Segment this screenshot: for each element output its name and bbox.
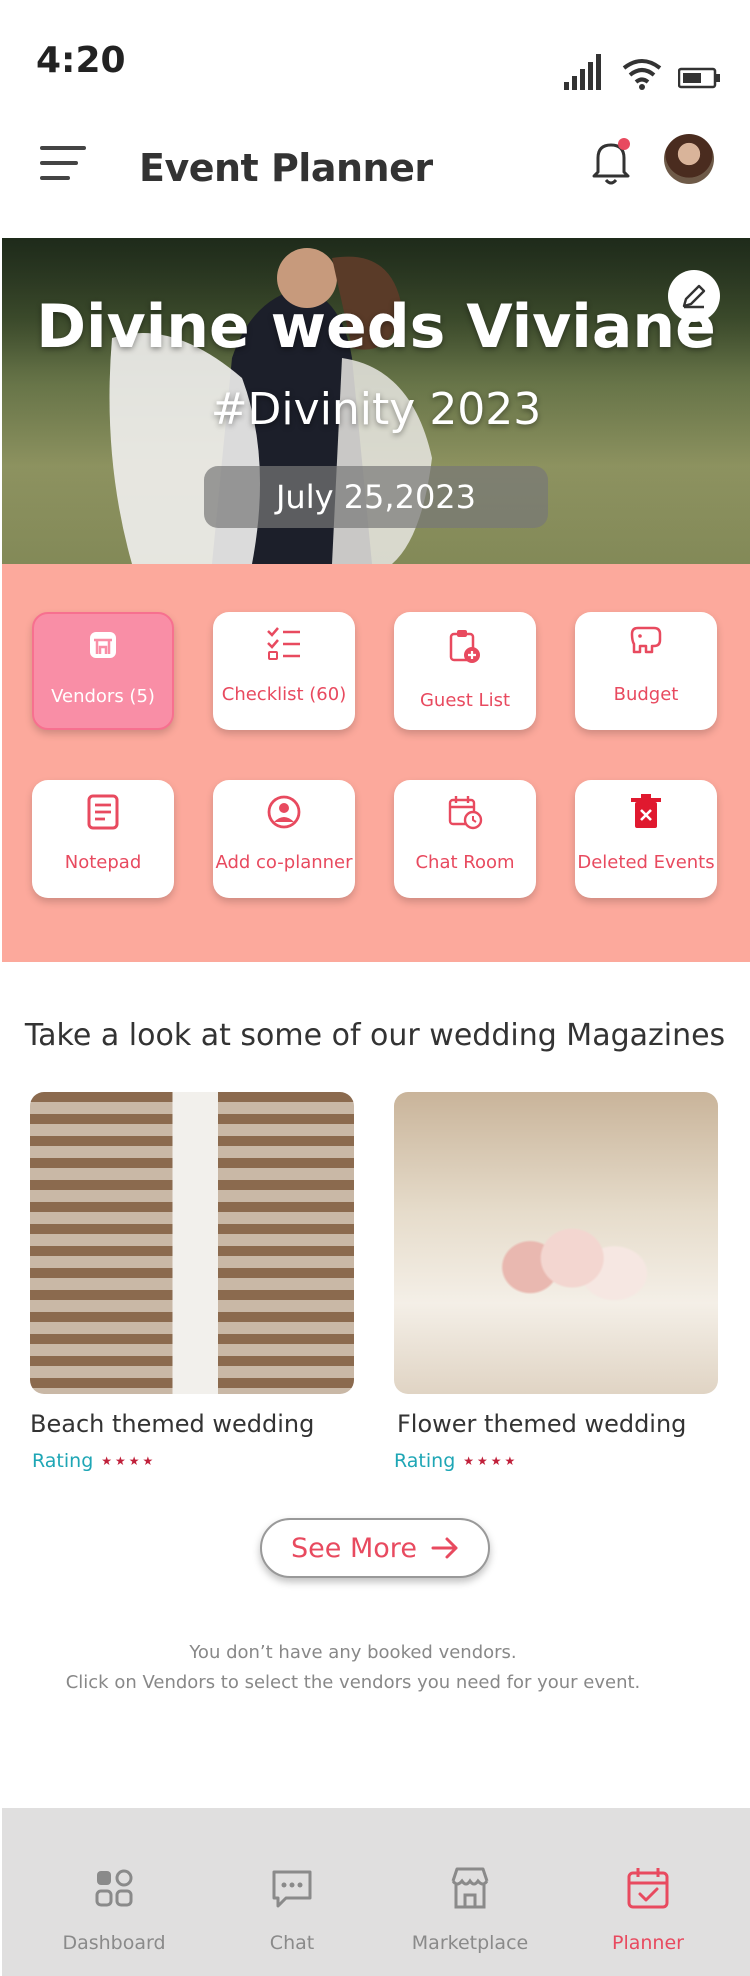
nav-marketplace-label: Marketplace [411, 1932, 529, 1954]
nav-dashboard-label: Dashboard [62, 1932, 166, 1954]
guest-list-label: Guest List [419, 690, 511, 711]
checklist-icon [267, 627, 300, 660]
event-hero-banner: Divine weds Viviane #Divinity 2023 July … [2, 238, 750, 564]
status-time: 4:20 [36, 40, 126, 81]
vendors-tile[interactable]: Vendors (5) [32, 612, 174, 730]
vendors-label: Vendors (5) [51, 686, 155, 707]
signal-icon [564, 54, 601, 90]
wifi-icon [622, 59, 662, 90]
notepad-icon [87, 794, 119, 830]
pencil-icon [682, 284, 706, 309]
notepad-tile[interactable]: Notepad [32, 780, 174, 898]
nav-chat-label: Chat [269, 1932, 315, 1954]
magazine-card-rating: Rating ★★★★ [32, 1450, 156, 1472]
see-more-button[interactable]: See More [260, 1518, 490, 1578]
see-more-label: See More [291, 1532, 417, 1564]
chat-room-label: Chat Room [415, 852, 515, 873]
page-title: Event Planner [139, 146, 433, 190]
event-title: Divine weds Viviane [36, 292, 716, 362]
guest-list-tile[interactable]: Guest List [394, 612, 536, 730]
empty-vendors-hint: Click on Vendors to select the vendors y… [65, 1672, 641, 1693]
dashboard-icon [95, 1869, 133, 1907]
bottom-navigation: Dashboard Chat Marketplace Planner [2, 1808, 750, 1976]
nav-planner[interactable]: Planner [578, 1864, 718, 1954]
hamburger-menu-icon[interactable] [38, 142, 90, 184]
store-icon [90, 632, 116, 658]
deleted-events-tile[interactable]: Deleted Events [575, 780, 717, 898]
trash-icon [631, 794, 661, 828]
nav-marketplace[interactable]: Marketplace [400, 1864, 540, 1954]
notepad-label: Notepad [64, 852, 142, 873]
magazines-heading: Take a look at some of our wedding Magaz… [24, 1018, 726, 1053]
status-bar: 4:20 [0, 0, 750, 110]
nav-dashboard[interactable]: Dashboard [44, 1864, 184, 1954]
event-date: July 25,2023 [204, 466, 548, 528]
notification-bell-icon[interactable] [586, 136, 636, 188]
magazine-card-image-flower[interactable] [394, 1092, 718, 1394]
add-co-planner-label: Add co-planner [215, 852, 353, 873]
clipboard-add-icon [449, 630, 480, 663]
checklist-tile[interactable]: Checklist (60) [213, 612, 355, 730]
deleted-events-label: Deleted Events [577, 852, 715, 873]
chat-icon [272, 1870, 312, 1908]
magazine-card-title[interactable]: Flower themed wedding [397, 1410, 686, 1438]
store-icon [451, 1867, 489, 1909]
battery-icon [678, 67, 720, 89]
magazine-card-rating: Rating ★★★★ [394, 1450, 518, 1472]
app-bar: Event Planner [0, 118, 750, 218]
empty-vendors-note: You don’t have any booked vendors. [189, 1642, 517, 1663]
nav-planner-label: Planner [612, 1932, 684, 1954]
planner-actions-panel: Vendors (5) Checklist (60) Guest List Bu… [2, 564, 750, 962]
add-co-planner-tile[interactable]: Add co-planner [213, 780, 355, 898]
piggy-bank-icon [630, 626, 662, 654]
magazine-card-image-beach[interactable] [30, 1092, 354, 1394]
budget-tile[interactable]: Budget [575, 612, 717, 730]
magazine-card-title[interactable]: Beach themed wedding [30, 1410, 314, 1438]
checklist-label: Checklist (60) [221, 684, 347, 705]
calendar-clock-icon [448, 796, 483, 830]
rating-label: Rating [394, 1450, 456, 1472]
event-hashtag: #Divinity 2023 [210, 384, 542, 435]
chat-room-tile[interactable]: Chat Room [394, 780, 536, 898]
arrow-right-icon [431, 1537, 458, 1559]
rating-label: Rating [32, 1450, 94, 1472]
edit-event-button[interactable] [668, 270, 720, 322]
nav-chat[interactable]: Chat [222, 1864, 362, 1954]
status-icons [564, 52, 720, 90]
rating-stars: ★★★★ [463, 1454, 519, 1468]
user-circle-icon [267, 795, 301, 829]
avatar[interactable] [664, 134, 714, 184]
rating-stars: ★★★★ [101, 1454, 157, 1468]
budget-label: Budget [613, 684, 679, 705]
calendar-check-icon [627, 1868, 669, 1909]
